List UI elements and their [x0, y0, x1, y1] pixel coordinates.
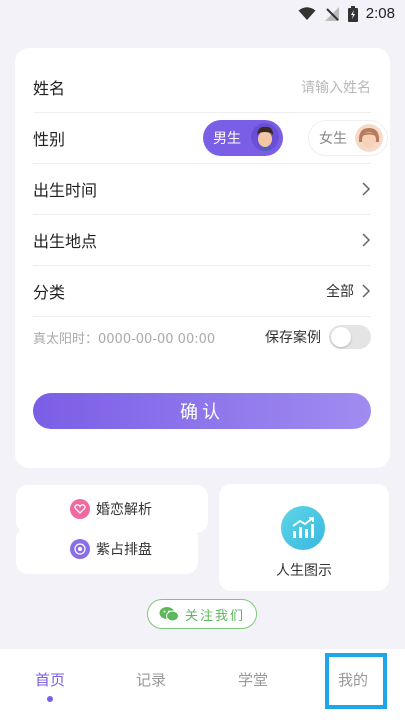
life-chart-card[interactable]: 人生图示	[219, 484, 389, 591]
birth-place-label: 出生地点	[33, 232, 98, 251]
name-label: 姓名	[33, 79, 66, 98]
name-row[interactable]: 姓名 请输入姓名	[33, 62, 371, 113]
category-row[interactable]: 分类 全部	[33, 266, 371, 317]
birth-time-row[interactable]: 出生时间	[33, 164, 371, 215]
growth-chart-icon	[281, 506, 325, 550]
nav-home[interactable]: 首页	[35, 669, 65, 690]
toggle-knob	[331, 327, 351, 347]
marriage-card[interactable]: 婚恋解析	[16, 485, 208, 533]
chart-wheel-icon	[70, 539, 90, 559]
name-input[interactable]: 请输入姓名	[301, 77, 371, 97]
female-avatar-icon	[355, 124, 383, 152]
battery-icon	[347, 5, 358, 22]
life-chart-label: 人生图示	[276, 563, 332, 579]
status-bar: 2:08	[0, 0, 405, 30]
category-label: 分类	[33, 283, 66, 302]
follow-us-label: 关注我们	[184, 608, 245, 624]
gender-male-label: 男生	[213, 131, 241, 147]
marriage-item: 婚恋解析	[70, 499, 152, 519]
wechat-icon	[159, 607, 179, 622]
no-signal-icon	[324, 6, 339, 21]
birth-place-row[interactable]: 出生地点	[33, 215, 371, 266]
birth-time-label: 出生时间	[33, 181, 98, 200]
nav-academy[interactable]: 学堂	[238, 669, 268, 690]
highlight-box	[325, 653, 387, 709]
gender-male-button[interactable]: 男生	[203, 120, 283, 156]
status-icons: 2:08	[298, 5, 395, 22]
nav-active-dot	[47, 696, 53, 702]
category-value: 全部	[326, 284, 354, 300]
chevron-right-icon	[362, 233, 371, 247]
heart-icon	[70, 499, 90, 519]
status-time: 2:08	[365, 5, 395, 22]
ziwei-item: 紫占排盘	[70, 539, 152, 559]
follow-us-button[interactable]: 关注我们	[147, 599, 257, 629]
gender-female-button[interactable]: 女生	[308, 120, 388, 156]
nav-records[interactable]: 记录	[136, 669, 166, 690]
chevron-right-icon	[362, 182, 371, 196]
solar-time-text: 真太阳时：0000-00-00 00:00	[33, 331, 216, 347]
solar-time-row: 真太阳时：0000-00-00 00:00 保存案例	[33, 322, 371, 352]
save-case-toggle[interactable]	[329, 325, 371, 349]
confirm-button[interactable]: 确认	[33, 393, 371, 429]
wifi-icon	[298, 6, 316, 20]
ziwei-label: 紫占排盘	[96, 542, 152, 558]
gender-row: 性别 男生 女生	[33, 113, 388, 164]
chevron-right-icon	[362, 284, 371, 298]
male-avatar-icon	[251, 123, 279, 151]
marriage-label: 婚恋解析	[96, 502, 152, 518]
save-case-label: 保存案例	[265, 330, 321, 346]
ziwei-card[interactable]: 紫占排盘	[16, 527, 198, 574]
gender-female-label: 女生	[319, 131, 347, 147]
birth-info-form: 姓名 请输入姓名 性别 男生 女生 出生时间 出生地点 分类 全部 真太阳时：0…	[15, 48, 390, 468]
